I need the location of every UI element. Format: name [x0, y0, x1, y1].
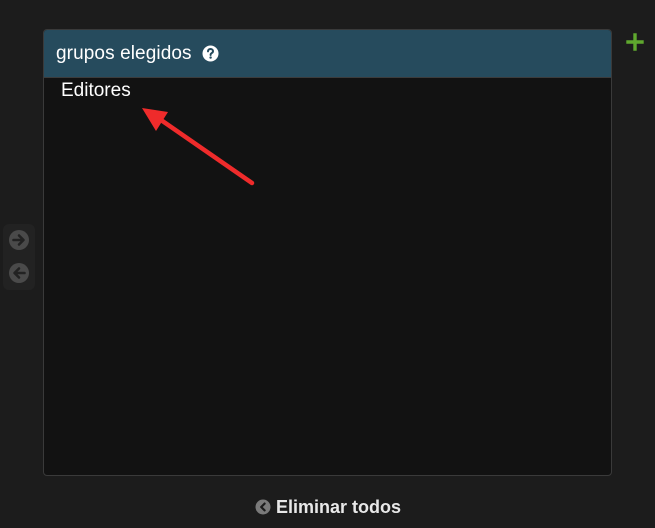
chosen-groups-selector: grupos elegidos Editores [43, 29, 612, 476]
chosen-groups-list[interactable]: Editores [44, 78, 611, 104]
remove-all-link[interactable]: Eliminar todos [255, 496, 401, 518]
selector-title: grupos elegidos [56, 42, 192, 64]
selector-header: grupos elegidos [44, 30, 611, 78]
choose-arrow-icon[interactable] [8, 229, 30, 251]
plus-icon[interactable] [626, 33, 644, 51]
chevron-left-circle-icon [255, 499, 271, 515]
question-circle-icon[interactable] [202, 45, 219, 62]
remove-all-label: Eliminar todos [276, 496, 402, 517]
list-item-option[interactable]: Editores [44, 78, 611, 104]
remove-arrow-icon[interactable] [8, 262, 30, 284]
group-chooser-widget: grupos elegidos Editores Eliminar todos [0, 0, 655, 528]
chooser-arrows [3, 224, 35, 290]
